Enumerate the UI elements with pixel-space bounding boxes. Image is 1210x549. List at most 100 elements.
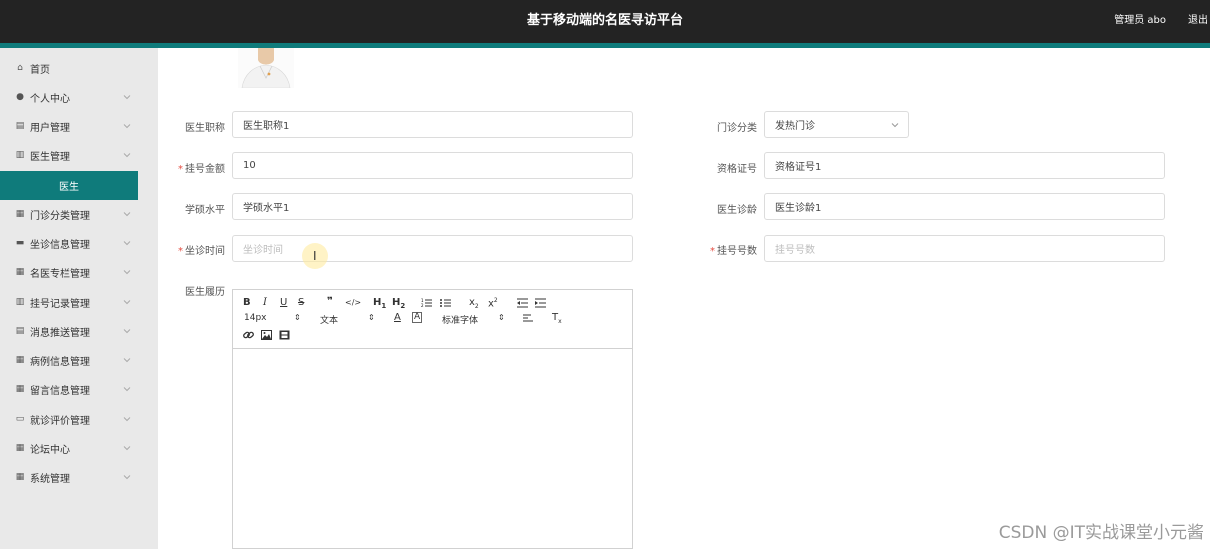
fee-label: * 挂号金额 — [160, 160, 225, 175]
sidebar-item-label: 留言信息管理 — [30, 385, 90, 397]
sidebar-item-label: 用户管理 — [30, 122, 70, 134]
strikethrough-icon[interactable]: S — [298, 297, 304, 309]
clinic-label: 门诊分类 — [690, 119, 757, 134]
sidebar-item-label: 坐诊信息管理 — [30, 239, 90, 251]
clinic-category-select[interactable]: 发热门诊 — [764, 111, 909, 138]
time-label: * 坐诊时间 — [160, 242, 225, 257]
practice-age-input[interactable]: 医生诊龄1 — [764, 193, 1165, 220]
home-icon: ⌂ — [17, 63, 23, 73]
chevron-down-icon — [123, 387, 131, 392]
superscript-icon[interactable]: x2 — [488, 295, 498, 310]
chevron-down-icon — [123, 95, 131, 100]
sidebar-item-2[interactable]: ▤ 用户管理 — [0, 113, 158, 139]
chevron-down-icon — [123, 212, 131, 217]
chevron-down-icon — [891, 123, 899, 128]
subscript-icon[interactable]: x2 — [469, 297, 479, 313]
sidebar-item-7[interactable]: ▥ 挂号记录管理 — [0, 289, 158, 315]
link-icon[interactable] — [243, 330, 254, 340]
editor-toolbar: B I U S ❞ </> H1 H2 12 x2 x2 14px ⇕ 文本 ⇕ A… — [233, 290, 632, 349]
sidebar-item-label: 首页 — [30, 64, 50, 76]
certificate-number-input[interactable]: 资格证号1 — [764, 152, 1165, 179]
font-size-select[interactable]: 14px ⇕ — [244, 313, 302, 323]
sidebar-item-6[interactable]: ▦ 名医专栏管理 — [0, 259, 158, 285]
chevron-down-icon — [123, 475, 131, 480]
sidebar: 医生 ⌂ 首页 ● 个人中心 ▤ 用户管理 ▥ 医生管理 ▦ 门诊分类管理 ▬ 坐诊信息管理 ▦ 名医专栏… — [0, 48, 158, 549]
sidebar-item-8[interactable]: ▤ 消息推送管理 — [0, 318, 158, 344]
clipboard-icon: ▤ — [15, 326, 25, 336]
registration-fee-input[interactable]: 10 — [232, 152, 633, 179]
sidebar-item-label: 医生管理 — [30, 151, 70, 163]
doctor-title-input[interactable]: 医生职称1 — [232, 111, 633, 138]
sidebar-item-13[interactable]: ▦ 系统管理 — [0, 464, 158, 490]
grid-icon: ▦ — [15, 267, 25, 277]
chevron-down-icon — [123, 241, 131, 246]
video-icon[interactable] — [279, 330, 290, 340]
grid-icon: ▦ — [15, 443, 25, 453]
chevron-down-icon — [123, 300, 131, 305]
resume-editor: B I U S ❞ </> H1 H2 12 x2 x2 14px ⇕ 文本 ⇕ A… — [232, 289, 633, 549]
outdent-icon[interactable] — [517, 298, 528, 308]
ordered-list-icon[interactable]: 12 — [421, 298, 432, 308]
edu-label-text: 学硕水平 — [185, 205, 225, 216]
sidebar-item-label: 系统管理 — [30, 473, 70, 485]
count-label: * 挂号号数 — [690, 242, 757, 257]
grid-icon: ▦ — [15, 384, 25, 394]
image-icon[interactable] — [261, 330, 272, 340]
text-color-icon[interactable]: A — [394, 312, 401, 324]
chevron-down-icon — [123, 358, 131, 363]
bar-chart-icon: ▥ — [15, 150, 25, 160]
sidebar-item-3[interactable]: ▥ 医生管理 — [0, 142, 158, 168]
italic-icon[interactable]: I — [263, 297, 267, 309]
cert-label-text: 资格证号 — [717, 164, 757, 175]
bold-icon[interactable]: B — [243, 297, 251, 309]
sidebar-item-label: 挂号记录管理 — [30, 298, 90, 310]
registration-count-input[interactable]: 挂号号数 — [764, 235, 1165, 262]
header-accent-bar — [0, 43, 1210, 48]
align-icon[interactable] — [523, 314, 533, 323]
heading1-icon[interactable]: H1 — [373, 297, 386, 312]
chevron-down-icon — [123, 417, 131, 422]
sidebar-item-label: 个人中心 — [30, 93, 70, 105]
underline-icon[interactable]: U — [280, 297, 287, 309]
title-label: 医生职称 — [160, 119, 225, 134]
font-family-select[interactable]: 标准字体 ⇕ — [442, 313, 506, 326]
font-family-value: 标准字体 — [442, 316, 479, 326]
person-icon: ● — [16, 92, 24, 102]
sidebar-subitem-doctor[interactable]: 医生 — [0, 171, 138, 200]
sidebar-item-0[interactable]: ⌂ 首页 — [0, 55, 158, 81]
resume-label: 医生履历 — [160, 283, 225, 298]
sidebar-item-1[interactable]: ● 个人中心 — [0, 84, 158, 110]
sidebar-item-label: 就诊评价管理 — [30, 415, 90, 427]
cert-label: 资格证号 — [690, 160, 757, 175]
logout-button[interactable]: 退出 — [1188, 11, 1208, 26]
sidebar-item-11[interactable]: ▭ 就诊评价管理 — [0, 406, 158, 432]
grid-icon: ▦ — [15, 355, 25, 365]
bar-chart-icon: ▥ — [15, 297, 25, 307]
heading2-icon[interactable]: H2 — [392, 297, 405, 312]
sidebar-item-10[interactable]: ▦ 留言信息管理 — [0, 376, 158, 402]
fee-label-text: 挂号金额 — [185, 164, 225, 175]
education-level-input[interactable]: 学硕水平1 — [232, 193, 633, 220]
required-mark: * — [710, 246, 715, 257]
code-block-icon[interactable]: </> — [345, 297, 361, 309]
database-icon: ▬ — [15, 238, 25, 248]
indent-icon[interactable] — [535, 298, 546, 308]
sidebar-item-9[interactable]: ▦ 病例信息管理 — [0, 347, 158, 373]
sidebar-item-label: 消息推送管理 — [30, 327, 90, 339]
updown-arrow-icon: ⇕ — [368, 313, 375, 322]
background-color-icon[interactable]: A — [412, 312, 423, 323]
bullet-list-icon[interactable] — [440, 298, 451, 308]
sidebar-item-label: 门诊分类管理 — [30, 210, 90, 222]
sidebar-item-4[interactable]: ▦ 门诊分类管理 — [0, 201, 158, 227]
chevron-down-icon — [123, 124, 131, 129]
time-label-text: 坐诊时间 — [185, 246, 225, 257]
sidebar-item-12[interactable]: ▦ 论坛中心 — [0, 435, 158, 461]
editor-content-area[interactable] — [233, 350, 632, 548]
consult-time-input[interactable]: 坐诊时间 — [232, 235, 633, 262]
text-cursor-icon: I — [313, 249, 317, 263]
sidebar-item-5[interactable]: ▬ 坐诊信息管理 — [0, 230, 158, 256]
app-title: 基于移动端的名医寻访平台 — [526, 13, 683, 28]
heading-select[interactable]: 文本 ⇕ — [320, 313, 376, 326]
clear-format-icon[interactable]: Tx — [552, 312, 562, 328]
blockquote-icon[interactable]: ❞ — [327, 296, 333, 308]
